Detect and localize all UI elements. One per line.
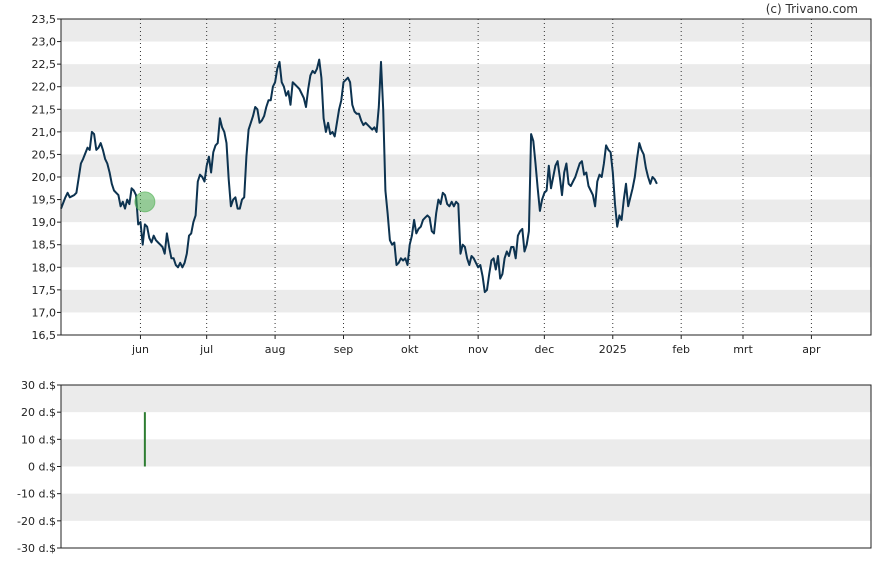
price-chart: 16,5 17,0 17,5 18,0 18,5 19,0 19,5 20,0 20,5 21,0…	[32, 13, 872, 356]
price-band	[61, 289, 871, 313]
price-band	[61, 154, 871, 177]
price-band	[61, 64, 871, 87]
price-y-tick-label: 22,5	[32, 58, 57, 71]
price-y-tick-label: 17,0	[32, 306, 57, 319]
price-x-tick-label: jul	[199, 343, 213, 356]
price-band	[61, 109, 871, 132]
price-y-tick-label: 18,0	[32, 261, 57, 274]
price-y-tick-label: 18,5	[32, 239, 57, 252]
price-x-tick-label: 2025	[599, 343, 627, 356]
price-y-tick-label: 23,0	[32, 36, 57, 49]
price-x-tick-label: aug	[265, 343, 286, 356]
chart-canvas: (c) Trivano.com 16,5 17,0 17,5 18,0 18,5 19,0…	[17, 2, 872, 555]
price-y-tick-label: 20,5	[32, 148, 57, 161]
price-x-tick-label: okt	[401, 343, 419, 356]
price-x-tick-label: dec	[534, 343, 554, 356]
price-y-tick-label: 19,0	[32, 216, 57, 229]
price-grid-bands	[61, 19, 871, 313]
dividend-y-tick-label: -30 d.$	[17, 542, 56, 555]
dividend-y-tick-label: 10 d.$	[21, 433, 56, 446]
dividend-y-tick-label: -10 d.$	[17, 488, 56, 501]
price-x-tick-label: nov	[468, 343, 489, 356]
dividend-band	[61, 439, 871, 467]
dividend-band	[61, 385, 871, 413]
price-y-axis: 16,5 17,0 17,5 18,0 18,5 19,0 19,5 20,0 20,5 21,0…	[32, 13, 61, 342]
dividend-chart: 30 d.$ 20 d.$ 10 d.$ 0 d.$ -10 d.$ -20 d.$ -30…	[17, 379, 872, 555]
dividend-y-axis: 30 d.$ 20 d.$ 10 d.$ 0 d.$ -10 d.$ -20 d.$ -30…	[17, 379, 61, 555]
credit-text: (c) Trivano.com	[766, 2, 858, 16]
dividend-y-tick-label: 0 d.$	[28, 461, 56, 474]
price-band	[61, 199, 871, 223]
price-y-tick-label: 17,5	[32, 284, 57, 297]
price-y-tick-label: 21,5	[32, 103, 57, 116]
dividend-y-tick-label: 30 d.$	[21, 379, 56, 392]
dividend-y-tick-label: 20 d.$	[21, 406, 56, 419]
price-x-tick-label: jun	[131, 343, 149, 356]
dividend-grid-bands	[61, 385, 871, 521]
price-x-tick-label: feb	[672, 343, 690, 356]
dividend-band	[61, 493, 871, 521]
price-y-tick-label: 23,5	[32, 13, 57, 26]
dividend-marker-dot	[134, 191, 156, 213]
price-x-tick-label: mrt	[733, 343, 753, 356]
price-y-tick-label: 16,5	[32, 329, 57, 342]
price-y-tick-label: 19,5	[32, 194, 57, 207]
price-y-tick-label: 22,0	[32, 81, 57, 94]
price-x-tick-label: sep	[334, 343, 353, 356]
price-x-axis: jun jul aug sep okt nov dec 2025 feb mrt apr	[131, 335, 821, 356]
price-x-tick-label: apr	[802, 343, 821, 356]
dividend-y-tick-label: -20 d.$	[17, 515, 56, 528]
price-marker	[134, 191, 156, 213]
price-y-tick-label: 20,0	[32, 171, 57, 184]
price-y-tick-label: 21,0	[32, 126, 57, 139]
price-band	[61, 19, 871, 42]
